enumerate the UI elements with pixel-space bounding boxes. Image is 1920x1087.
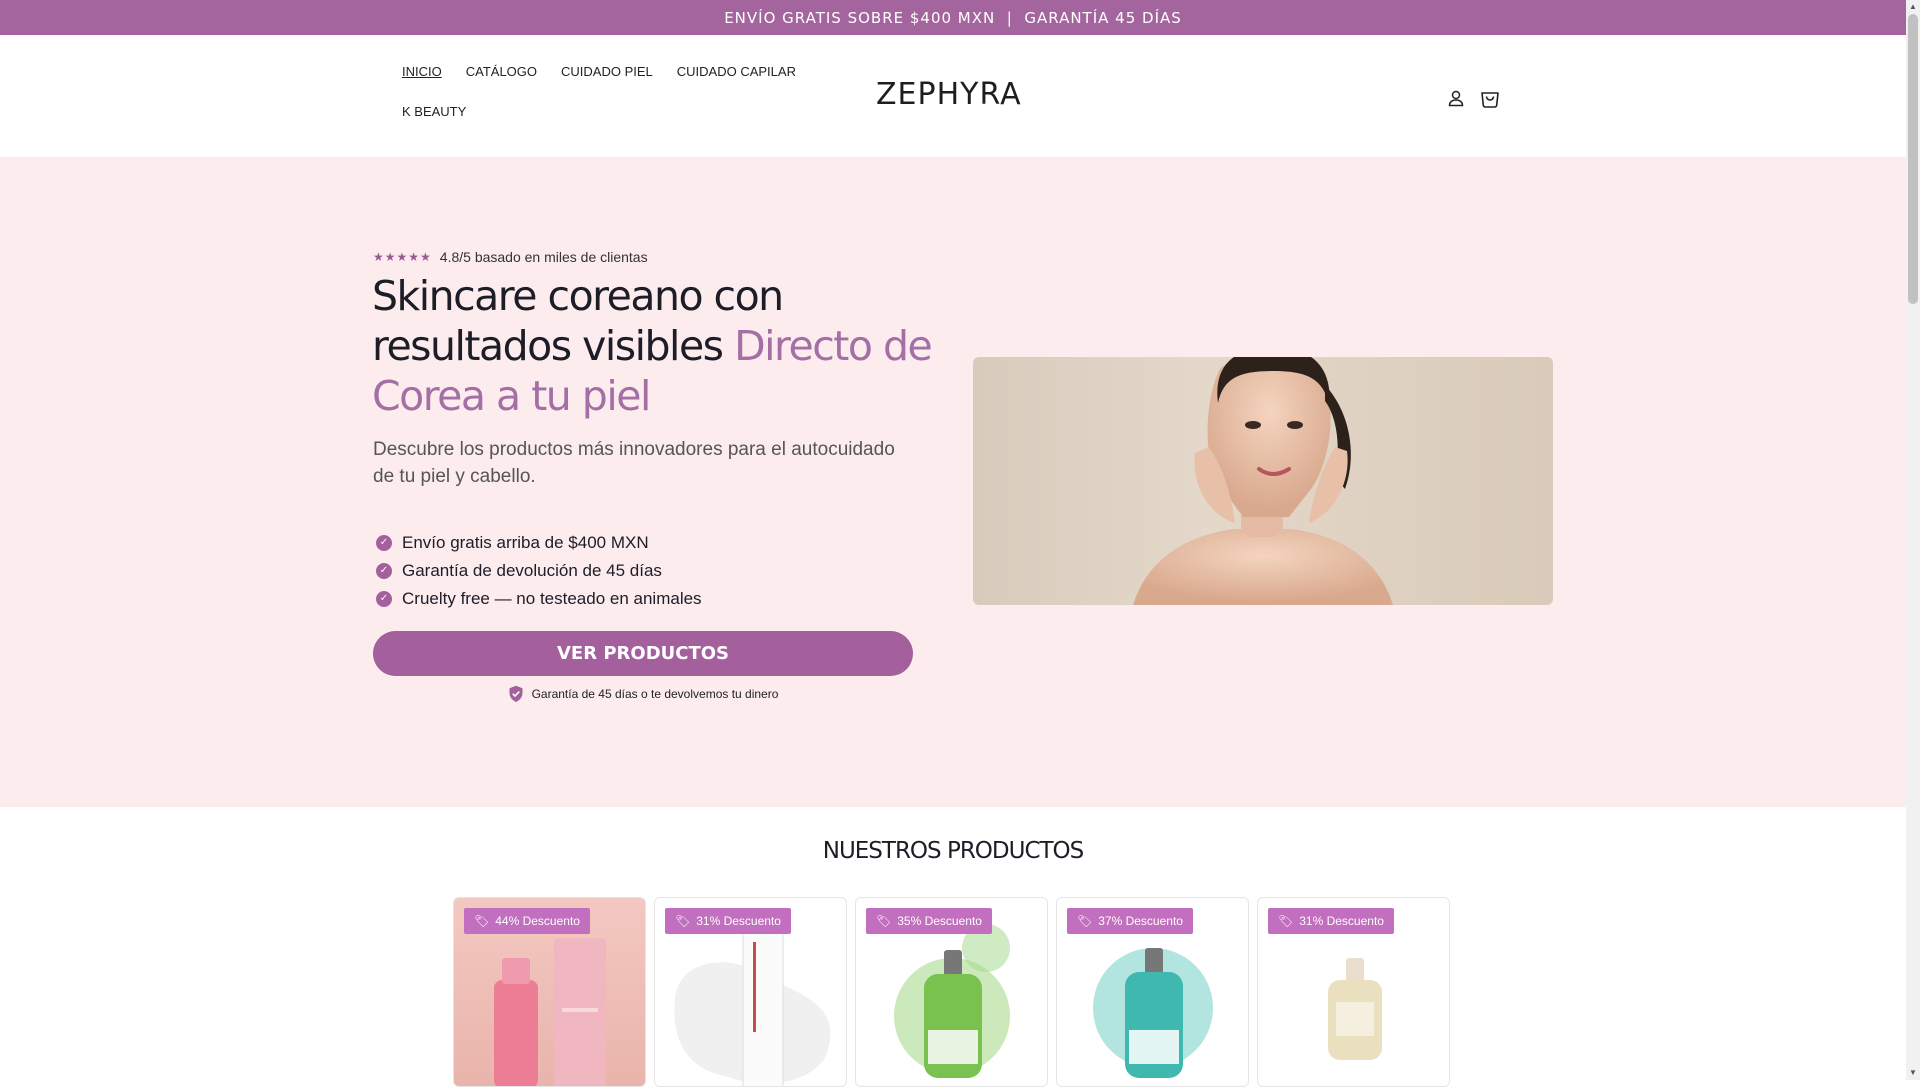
cart-icon[interactable] (1475, 83, 1505, 113)
nav-item-cuidado-piel[interactable]: CUIDADO PIEL (561, 63, 653, 81)
benefit-text: Garantía de devolución de 45 días (402, 561, 662, 580)
view-products-button[interactable]: VER PRODUCTOS (373, 631, 913, 676)
rating-text: 4.8/5 basado en miles de clientas (439, 249, 648, 265)
tag-icon: 🏷 (876, 914, 892, 928)
scroll-down-icon[interactable]: ▼ (1908, 1068, 1918, 1078)
products-title: NUESTROS PRODUCTOS (822, 838, 1085, 864)
discount-badge: 🏷 31% Descuento (665, 908, 791, 934)
benefit-text: Cruelty free — no testeado en animales (402, 589, 702, 608)
brand-logo[interactable]: ZEPHYRA (876, 77, 1022, 112)
discount-badge: 🏷 37% Descuento (1067, 908, 1193, 934)
tag-icon: 🏷 (1278, 914, 1294, 928)
site-header: INICIO CATÁLOGO CUIDADO PIEL CUIDADO CAP… (0, 35, 1906, 157)
benefit-item: ✓ Garantía de devolución de 45 días (376, 557, 702, 585)
discount-badge-text: 31% Descuento (696, 914, 781, 928)
tag-icon: 🏷 (474, 914, 490, 928)
nav-item-k-beauty[interactable]: K BEAUTY (402, 103, 466, 121)
benefit-item: ✓ Cruelty free — no testeado en animales (376, 585, 702, 613)
discount-badge-text: 44% Descuento (495, 914, 580, 928)
product-card[interactable]: 🏷 44% Descuento (453, 897, 646, 1087)
product-grid: 🏷 44% Descuento 🏷 31% Descuento 🏷 35% De… (453, 897, 1450, 1087)
product-card[interactable]: 🏷 35% Descuento (855, 897, 1048, 1087)
main-nav: INICIO CATÁLOGO CUIDADO PIEL CUIDADO CAP… (402, 63, 802, 121)
discount-badge: 🏷 31% Descuento (1268, 908, 1394, 934)
tag-icon: 🏷 (675, 914, 691, 928)
headline-main: Skincare coreano con resultados visibles (372, 272, 784, 370)
hero-headline: Skincare coreano con resultados visibles… (372, 271, 933, 421)
rating-stars: ★★★★★ (373, 250, 432, 264)
shield-check-icon (509, 685, 523, 702)
guarantee-text: Garantía de 45 días o te devolvemos tu d… (531, 687, 779, 701)
benefit-text: Envío gratis arriba de $400 MXN (402, 533, 649, 552)
nav-item-cuidado-capilar[interactable]: CUIDADO CAPILAR (677, 63, 796, 81)
check-icon: ✓ (376, 535, 392, 551)
announcement-bar: ENVÍO GRATIS SOBRE $400 MXN | GARANTÍA 4… (0, 0, 1906, 35)
scrollbar-thumb[interactable] (1908, 14, 1918, 304)
nav-item-inicio[interactable]: INICIO (402, 63, 442, 81)
scroll-up-icon[interactable]: ▲ (1908, 2, 1918, 12)
rating-summary: ★★★★★ 4.8/5 basado en miles de clientas (373, 249, 648, 265)
account-icon[interactable] (1441, 83, 1471, 113)
nav-item-catalogo[interactable]: CATÁLOGO (466, 63, 537, 81)
hero-model-image (973, 357, 1553, 605)
check-icon: ✓ (376, 591, 392, 607)
benefits-list: ✓ Envío gratis arriba de $400 MXN ✓ Gara… (376, 529, 702, 613)
guarantee-note: Garantía de 45 días o te devolvemos tu d… (373, 685, 913, 703)
discount-badge-text: 35% Descuento (897, 914, 982, 928)
page-scrollbar[interactable]: ▲ ▼ (1906, 0, 1920, 1080)
hero-subcopy: Descubre los productos más innovadores p… (373, 439, 895, 487)
check-icon: ✓ (376, 563, 392, 579)
product-card[interactable]: 🏷 31% Descuento (654, 897, 847, 1087)
products-section: NUESTROS PRODUCTOS 🏷 44% Descuento 🏷 31%… (0, 807, 1906, 1087)
product-card[interactable]: 🏷 31% Descuento (1257, 897, 1450, 1087)
announcement-text: ENVÍO GRATIS SOBRE $400 MXN | GARANTÍA 4… (724, 8, 1182, 27)
discount-badge-text: 37% Descuento (1098, 914, 1183, 928)
discount-badge: 🏷 44% Descuento (464, 908, 590, 934)
product-card[interactable]: 🏷 37% Descuento (1056, 897, 1249, 1087)
benefit-item: ✓ Envío gratis arriba de $400 MXN (376, 529, 702, 557)
tag-icon: 🏷 (1077, 914, 1093, 928)
discount-badge-text: 31% Descuento (1299, 914, 1384, 928)
hero-section: ★★★★★ 4.8/5 basado en miles de clientas … (0, 157, 1906, 807)
discount-badge: 🏷 35% Descuento (866, 908, 992, 934)
